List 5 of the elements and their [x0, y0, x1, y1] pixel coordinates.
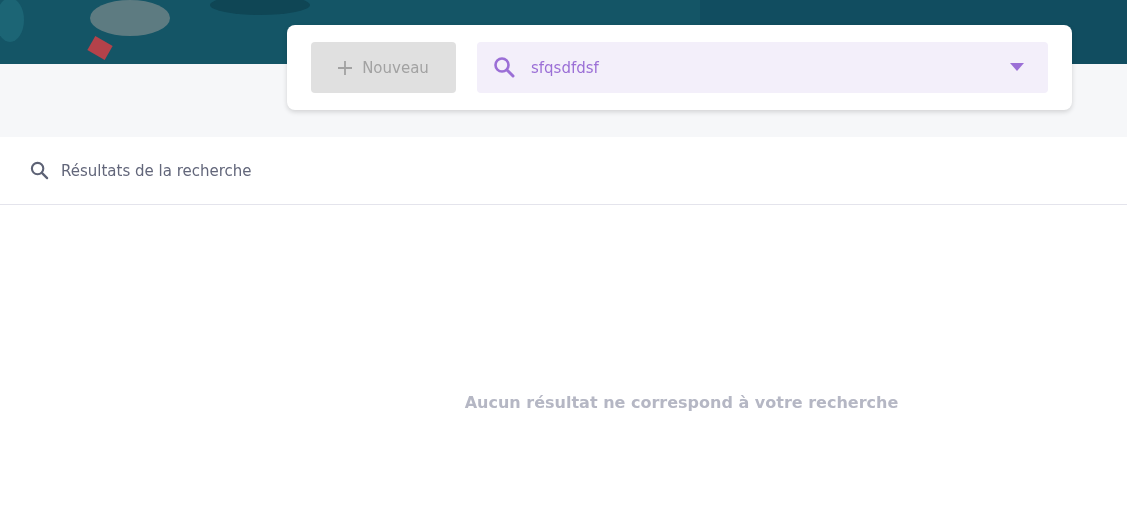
search-field[interactable]: sfqsdfdsf	[477, 42, 1048, 93]
results-title: Résultats de la recherche	[61, 161, 252, 180]
empty-message: Aucun résultat ne correspond à votre recherche	[464, 393, 899, 412]
search-icon	[30, 161, 49, 180]
plus-icon	[338, 60, 353, 75]
